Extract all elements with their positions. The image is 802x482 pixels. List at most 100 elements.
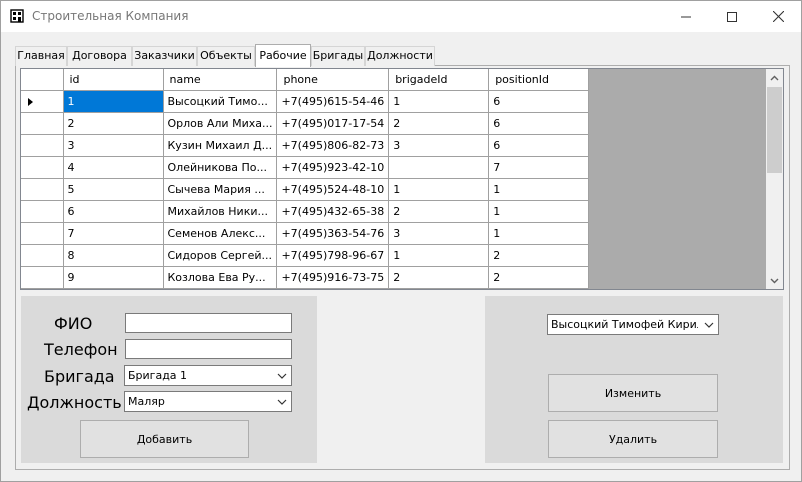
close-button[interactable]	[755, 1, 801, 32]
cell-brigadeid[interactable]: 3	[388, 134, 490, 157]
edit-button[interactable]: Изменить	[548, 374, 718, 412]
delete-button[interactable]: Удалить	[548, 420, 718, 458]
table-row[interactable]: 2 Орлов Али Миха... +7(495)017-17-54 2 6	[21, 112, 590, 135]
table-row[interactable]: 6 Михайлов Ники... +7(495)432-65-38 2 1	[21, 200, 590, 223]
minimize-icon	[681, 16, 691, 17]
scroll-up-arrow-icon	[770, 75, 779, 80]
table-row[interactable]: 4 Олейникова По... +7(495)923-42-10 7	[21, 156, 590, 179]
row-header-cell[interactable]	[21, 178, 64, 201]
tab-positions[interactable]: Должности	[365, 46, 435, 66]
window-title: Строительная Компания	[32, 9, 189, 23]
cell-name[interactable]: Сидоров Сергей...	[163, 244, 278, 267]
cell-id[interactable]: 6	[63, 200, 164, 223]
tab-objects[interactable]: Объекты	[197, 46, 255, 66]
cell-positionid[interactable]: 6	[488, 112, 590, 135]
cell-name[interactable]: Кузин Михаил Д...	[163, 134, 278, 157]
cell-brigadeid[interactable]: 1	[388, 178, 490, 201]
workers-table: id name phone brigadeId positionId 1 Высо…	[21, 69, 590, 289]
cell-name[interactable]: Высоцкий Тимо...	[163, 90, 278, 113]
table-row[interactable]: 8 Сидоров Сергей... +7(495)798-96-67 1 2	[21, 244, 590, 267]
column-header-position-id[interactable]: positionId	[488, 69, 590, 91]
row-header-cell[interactable]	[21, 90, 64, 113]
cell-positionid[interactable]: 6	[488, 90, 590, 113]
row-header-cell[interactable]	[21, 266, 64, 289]
title-bar[interactable]: Строительная Компания	[1, 1, 801, 32]
cell-id[interactable]: 8	[63, 244, 164, 267]
cell-brigadeid[interactable]: 2	[388, 266, 490, 289]
position-select[interactable]: Маляр	[124, 391, 292, 412]
row-header-cell[interactable]	[21, 222, 64, 245]
cell-name[interactable]: Сычева Мария ...	[163, 178, 278, 201]
cell-name[interactable]: Орлов Али Миха...	[163, 112, 278, 135]
scroll-up-button[interactable]	[766, 69, 783, 86]
cell-id[interactable]: 5	[63, 178, 164, 201]
cell-positionid[interactable]: 1	[488, 222, 590, 245]
scroll-down-button[interactable]	[766, 272, 783, 289]
phone-input[interactable]	[125, 339, 292, 359]
scroll-thumb[interactable]	[767, 87, 782, 173]
workers-data-grid[interactable]: id name phone brigadeId positionId 1 Высо…	[20, 68, 784, 290]
cell-brigadeid[interactable]	[388, 156, 490, 179]
cell-phone[interactable]: +7(495)798-96-67	[276, 244, 390, 267]
cell-phone[interactable]: +7(495)363-54-76	[276, 222, 390, 245]
cell-positionid[interactable]: 7	[488, 156, 590, 179]
cell-id[interactable]: 1	[63, 90, 164, 113]
cell-phone[interactable]: +7(495)923-42-10	[276, 156, 390, 179]
row-header-cell[interactable]	[21, 112, 64, 135]
brigade-select[interactable]: Бригада 1	[124, 365, 292, 386]
table-row[interactable]: 5 Сычева Мария ... +7(495)524-48-10 1 1	[21, 178, 590, 201]
add-button[interactable]: Добавить	[80, 420, 249, 458]
tab-brigades[interactable]: Бригады	[311, 46, 365, 66]
cell-phone[interactable]: +7(495)017-17-54	[276, 112, 390, 135]
cell-name[interactable]: Олейникова По...	[163, 156, 278, 179]
header-row: id name phone brigadeId positionId	[21, 69, 590, 91]
cell-phone[interactable]: +7(495)524-48-10	[276, 178, 390, 201]
row-header-cell[interactable]	[21, 244, 64, 267]
column-header-brigade-id[interactable]: brigadeId	[388, 69, 490, 91]
chevron-down-icon	[277, 373, 287, 379]
maximize-button[interactable]	[709, 1, 755, 32]
table-row[interactable]: 9 Козлова Ева Ру... +7(495)916-73-75 2 2	[21, 266, 590, 289]
column-header-id[interactable]: id	[63, 69, 164, 91]
cell-brigadeid[interactable]: 1	[388, 90, 490, 113]
cell-brigadeid[interactable]: 2	[388, 112, 490, 135]
table-row[interactable]: 3 Кузин Михаил Д... +7(495)806-82-73 3 6	[21, 134, 590, 157]
worker-select[interactable]: Высоцкий Тимофей Кириллович	[547, 314, 719, 335]
cell-phone[interactable]: +7(495)916-73-75	[276, 266, 390, 289]
row-header-cell[interactable]	[21, 156, 64, 179]
tab-customers[interactable]: Заказчики	[132, 46, 197, 66]
cell-name[interactable]: Семенов Алекс...	[163, 222, 278, 245]
cell-brigadeid[interactable]: 3	[388, 222, 490, 245]
cell-phone[interactable]: +7(495)432-65-38	[276, 200, 390, 223]
cell-positionid[interactable]: 1	[488, 200, 590, 223]
cell-positionid[interactable]: 1	[488, 178, 590, 201]
column-header-name[interactable]: name	[163, 69, 278, 91]
grid-vertical-scrollbar[interactable]	[766, 69, 783, 289]
chevron-down-icon	[704, 322, 714, 328]
cell-phone[interactable]: +7(495)806-82-73	[276, 134, 390, 157]
cell-phone[interactable]: +7(495)615-54-46	[276, 90, 390, 113]
cell-name[interactable]: Михайлов Ники...	[163, 200, 278, 223]
cell-brigadeid[interactable]: 2	[388, 200, 490, 223]
row-header-cell[interactable]	[21, 200, 64, 223]
cell-positionid[interactable]: 2	[488, 244, 590, 267]
tab-workers[interactable]: Рабочие	[255, 44, 311, 67]
cell-id[interactable]: 2	[63, 112, 164, 135]
table-row[interactable]: 1 Высоцкий Тимо... +7(495)615-54-46 1 6	[21, 90, 590, 113]
cell-id[interactable]: 3	[63, 134, 164, 157]
tab-contracts[interactable]: Договора	[67, 46, 132, 66]
cell-positionid[interactable]: 6	[488, 134, 590, 157]
cell-positionid[interactable]: 2	[488, 266, 590, 289]
row-header-cell[interactable]	[21, 134, 64, 157]
cell-id[interactable]: 4	[63, 156, 164, 179]
minimize-button[interactable]	[663, 1, 709, 32]
grid-corner-cell[interactable]	[21, 69, 64, 91]
column-header-phone[interactable]: phone	[276, 69, 390, 91]
table-row[interactable]: 7 Семенов Алекс... +7(495)363-54-76 3 1	[21, 222, 590, 245]
fio-input[interactable]	[125, 313, 292, 333]
cell-id[interactable]: 7	[63, 222, 164, 245]
cell-brigadeid[interactable]: 1	[388, 244, 490, 267]
cell-id[interactable]: 9	[63, 266, 164, 289]
tab-main[interactable]: Главная	[15, 46, 67, 66]
cell-name[interactable]: Козлова Ева Ру...	[163, 266, 278, 289]
